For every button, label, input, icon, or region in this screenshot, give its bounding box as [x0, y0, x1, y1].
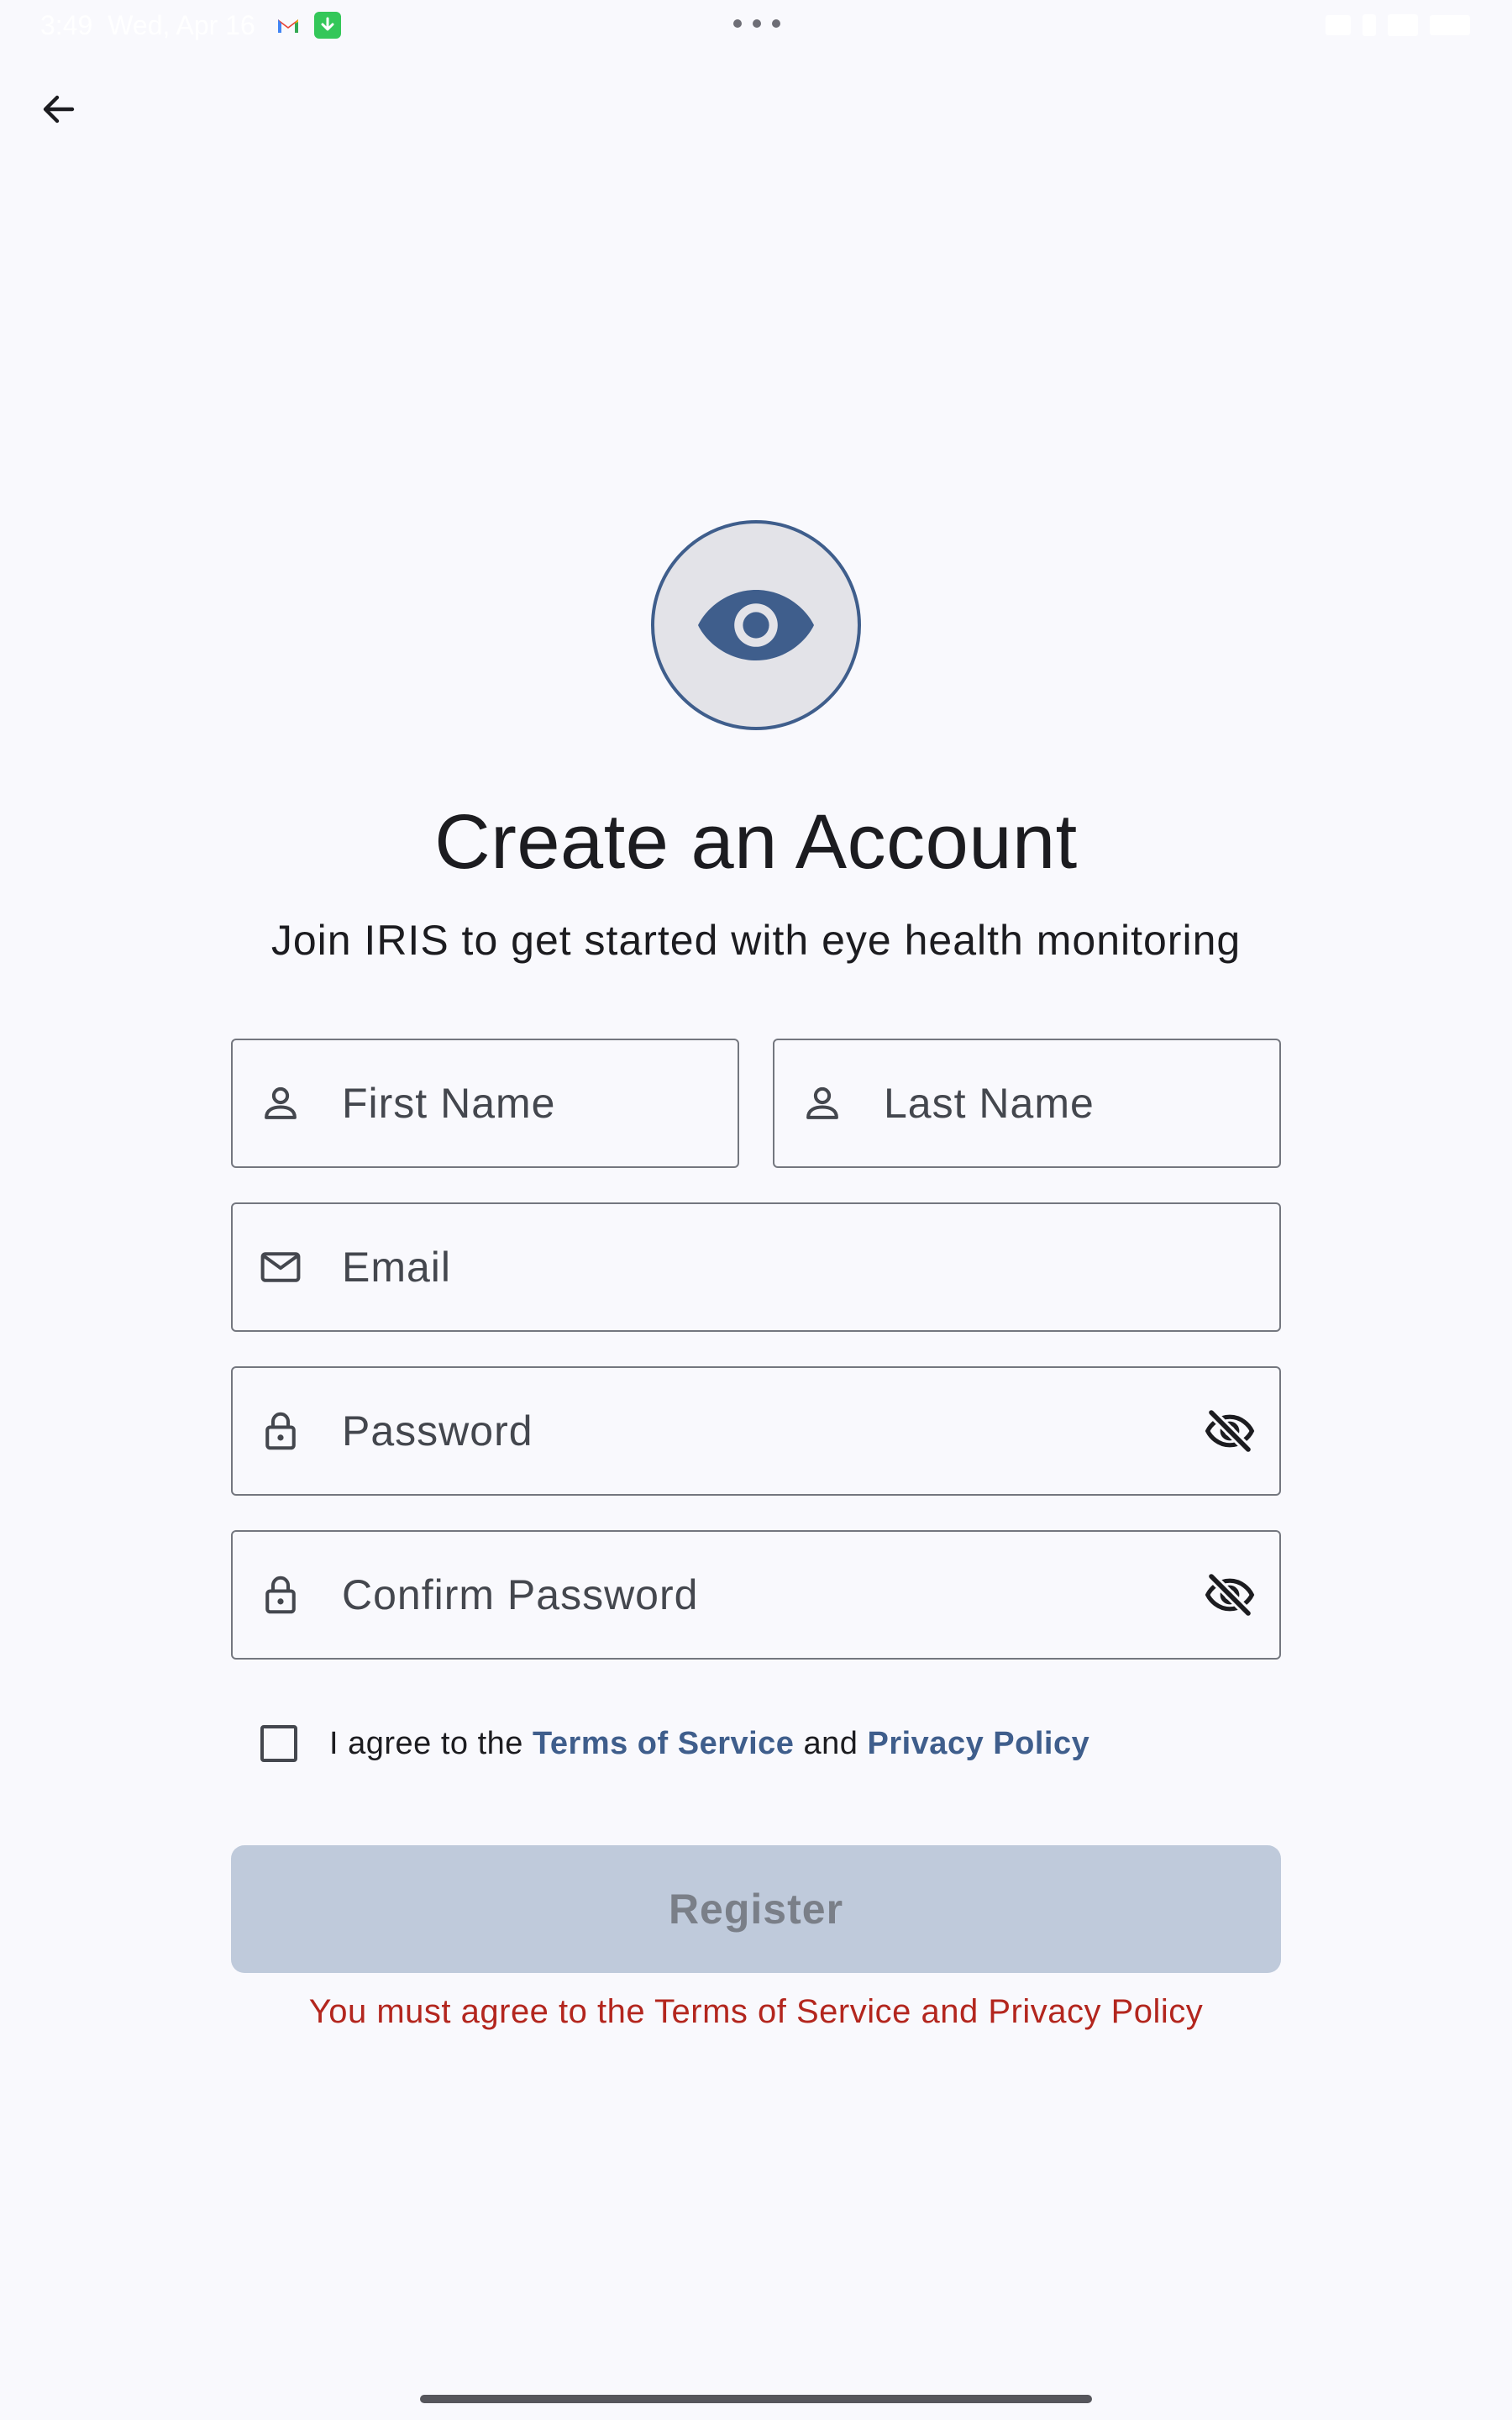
lock-icon: [258, 1408, 303, 1454]
more-dots-icon[interactable]: [733, 15, 780, 32]
download-icon: [313, 12, 341, 39]
home-indicator[interactable]: [420, 2395, 1092, 2403]
status-bar: 3:49 Wed, Apr 16: [0, 0, 1512, 52]
terms-row: I agree to the Terms of Service and Priv…: [260, 1723, 1089, 1765]
terms-checkbox[interactable]: [260, 1725, 297, 1762]
eye-icon: [698, 590, 814, 660]
person-icon: [258, 1081, 303, 1126]
visibility-off-icon[interactable]: [1204, 1405, 1256, 1457]
email-field[interactable]: Email: [231, 1202, 1281, 1332]
status-left: 3:49 Wed, Apr 16: [40, 8, 341, 42]
status-date: Wed, Apr 16: [108, 9, 255, 40]
terms-of-service-link[interactable]: Terms of Service: [533, 1726, 794, 1761]
terms-conjunction: and: [794, 1725, 868, 1761]
battery-icon: [1430, 15, 1470, 35]
error-message: You must agree to the Terms of Service a…: [308, 1993, 1204, 2030]
email-placeholder: Email: [342, 1244, 452, 1291]
back-button[interactable]: [30, 81, 87, 138]
terms-prefix: I agree to the: [329, 1725, 533, 1761]
gmail-icon: [277, 17, 299, 34]
first-name-placeholder: First Name: [342, 1080, 556, 1127]
last-name-placeholder: Last Name: [884, 1080, 1095, 1127]
status-right: [1326, 10, 1470, 40]
privacy-policy-link[interactable]: Privacy Policy: [867, 1726, 1089, 1761]
page-title: Create an Account: [434, 799, 1078, 885]
lock-icon: [258, 1572, 303, 1618]
password-placeholder: Password: [342, 1407, 533, 1455]
visibility-off-icon[interactable]: [1204, 1569, 1256, 1621]
signal-icon: [1326, 15, 1351, 35]
status-time: 3:49: [40, 9, 93, 40]
confirm-password-field[interactable]: Confirm Password: [231, 1530, 1281, 1660]
mail-icon: [258, 1244, 303, 1290]
person-icon: [800, 1081, 845, 1126]
page-subtitle: Join IRIS to get started with eye health…: [270, 917, 1242, 964]
wifi-icon: [1388, 14, 1418, 36]
first-name-field[interactable]: First Name: [231, 1039, 739, 1168]
terms-text: I agree to the Terms of Service and Priv…: [329, 1726, 1089, 1762]
register-button[interactable]: Register: [231, 1845, 1281, 1973]
confirm-password-placeholder: Confirm Password: [342, 1571, 699, 1618]
arrow-left-icon: [43, 95, 75, 124]
app-logo: [651, 520, 861, 730]
last-name-field[interactable]: Last Name: [773, 1039, 1281, 1168]
password-field[interactable]: Password: [231, 1366, 1281, 1496]
bluetooth-icon: [1362, 14, 1376, 36]
